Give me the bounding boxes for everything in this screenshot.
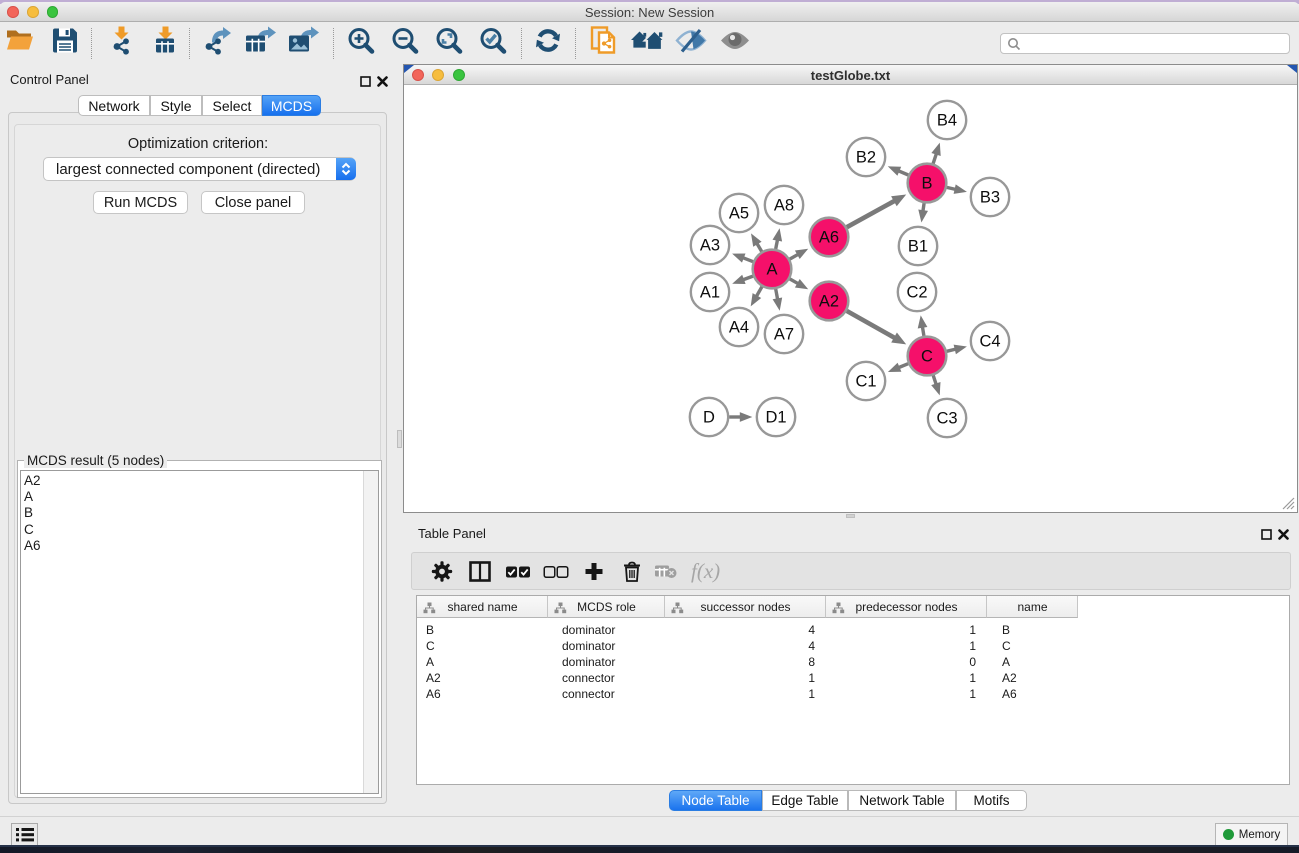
svg-text:B1: B1 (908, 238, 928, 256)
svg-text:A4: A4 (729, 319, 749, 337)
svg-text:A6: A6 (819, 229, 839, 247)
svg-text:C3: C3 (936, 410, 957, 428)
svg-text:B4: B4 (937, 112, 957, 130)
svg-text:A3: A3 (700, 237, 720, 255)
svg-text:A5: A5 (729, 205, 749, 223)
svg-text:C1: C1 (855, 373, 876, 391)
svg-text:D: D (703, 409, 715, 427)
svg-text:C: C (921, 348, 933, 366)
svg-text:D1: D1 (765, 409, 786, 427)
svg-text:A1: A1 (700, 284, 720, 302)
svg-text:C4: C4 (979, 333, 1000, 351)
svg-text:B: B (921, 175, 932, 193)
svg-text:C2: C2 (906, 284, 927, 302)
svg-text:A2: A2 (819, 293, 839, 311)
svg-text:B2: B2 (856, 149, 876, 167)
svg-text:A7: A7 (774, 326, 794, 344)
svg-text:A: A (766, 261, 777, 279)
svg-text:B3: B3 (980, 189, 1000, 207)
svg-text:A8: A8 (774, 197, 794, 215)
